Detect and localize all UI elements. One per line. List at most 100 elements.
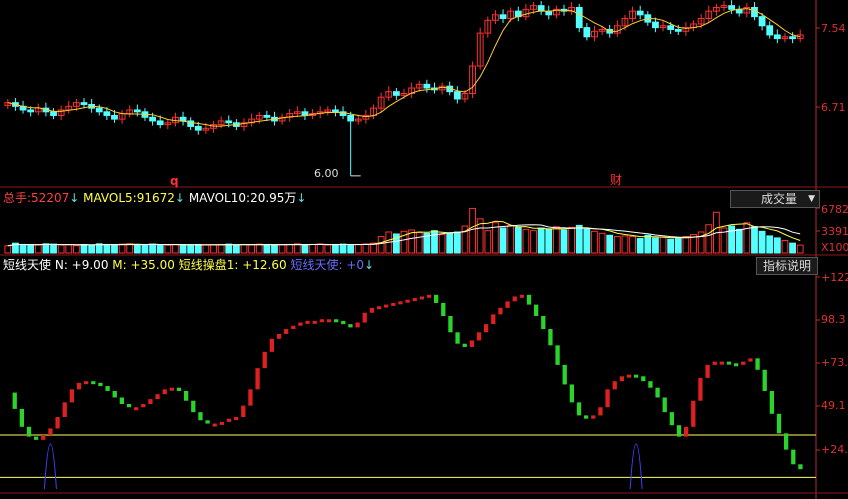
- indicator-bar: [498, 307, 503, 315]
- indicator-bar: [134, 407, 139, 411]
- volume-bar: [172, 243, 179, 254]
- stock-chart: [0, 0, 848, 499]
- volume-bar: [179, 244, 187, 254]
- indicator-bar: [591, 415, 596, 419]
- candle-body: [156, 120, 164, 126]
- volume-bar: [636, 238, 644, 254]
- indicator-axis-label-2: 98.3: [821, 313, 846, 326]
- price-ma-line: [7, 8, 801, 127]
- volume-bar: [766, 235, 774, 254]
- indicator-bar: [634, 374, 639, 378]
- indicator-bar: [291, 325, 296, 330]
- indicator-bar: [212, 423, 217, 427]
- volume-bar: [591, 230, 598, 254]
- volume-bar: [50, 243, 57, 254]
- indicator-name: 短线天使: [3, 258, 52, 272]
- indicator-bar: [391, 302, 396, 306]
- volume-indicator-dropdown[interactable]: 成交量 ▼: [730, 190, 820, 208]
- volume-bar: [57, 244, 65, 254]
- down-arrow-icon: ↓: [69, 191, 80, 205]
- indicator-bar: [748, 358, 753, 362]
- indicator-bar: [598, 407, 603, 416]
- volume-bar: [438, 234, 446, 254]
- volume-bar: [248, 244, 256, 254]
- indicator-bar: [512, 296, 517, 302]
- indicator-bar: [798, 464, 803, 470]
- volume-bar: [552, 226, 560, 254]
- volume-bar: [232, 244, 240, 254]
- volume-bar: [156, 244, 164, 254]
- indicator-bar: [426, 294, 432, 298]
- volume-bar: [293, 243, 301, 254]
- indicator-panel: [0, 294, 816, 490]
- volume-bar: [286, 243, 294, 254]
- volume-bar: [19, 243, 27, 254]
- volume-bar: [431, 230, 438, 254]
- volume-bar: [301, 244, 309, 254]
- volume-bar: [339, 243, 347, 254]
- volume-bar: [644, 234, 652, 254]
- volume-bar: [347, 244, 355, 254]
- indicator-bar: [162, 389, 167, 395]
- indicator-bar: [355, 322, 360, 328]
- volume-bar: [332, 243, 339, 254]
- volume-bar: [278, 244, 286, 254]
- candle-body: [95, 107, 103, 113]
- indicator-help-button[interactable]: 指标说明: [756, 257, 819, 275]
- indicator-bar: [312, 320, 317, 324]
- indicator-bar: [84, 381, 89, 385]
- volume-bar: [225, 243, 233, 254]
- volume-bar: [354, 243, 362, 254]
- indicator-bar: [476, 332, 482, 341]
- volume-bar: [652, 237, 659, 254]
- candle-body: [194, 125, 202, 131]
- volume-bar: [149, 243, 156, 254]
- volume-bar: [499, 227, 507, 254]
- candle-body: [263, 114, 271, 118]
- indicator-bar: [669, 412, 674, 426]
- indicator-bar: [576, 402, 582, 416]
- indicator-bar: [119, 397, 124, 404]
- volume-bar: [781, 240, 789, 254]
- candle-body: [773, 34, 781, 40]
- indicator-bar: [241, 405, 246, 418]
- indicator-bar: [255, 368, 260, 390]
- indicator-bar: [791, 449, 796, 465]
- indicator-bar: [662, 397, 667, 413]
- volume-bar: [728, 225, 736, 254]
- volume-axis-label-mid: 3391: [821, 225, 848, 238]
- total-volume-value: 52207: [31, 191, 70, 205]
- indicator-bar: [276, 333, 282, 339]
- indicator-bar: [741, 361, 746, 365]
- indicator-bar: [562, 364, 567, 385]
- volume-bar: [164, 244, 172, 254]
- indicator-bar: [648, 381, 653, 388]
- volume-bar: [659, 236, 667, 254]
- volume-bar: [789, 242, 796, 254]
- candle-body: [636, 10, 644, 16]
- marker-cai: 财: [610, 173, 623, 187]
- indicator-bar: [191, 400, 196, 413]
- volume-axis-label-max: 6782: [821, 203, 848, 216]
- volume-axis-unit: X100: [821, 241, 848, 254]
- volume-bar: [613, 236, 621, 254]
- volume-bar: [743, 222, 751, 254]
- volume-legend: 总手:52207↓ MAVOL5:91672↓ MAVOL10:20.95万↓: [3, 191, 306, 205]
- candle-body: [758, 16, 766, 27]
- volume-bar: [324, 244, 332, 254]
- indicator-bar: [448, 316, 453, 333]
- indicator-bar: [148, 399, 153, 404]
- volume-bar: [446, 232, 454, 254]
- indicator-bar: [412, 298, 417, 302]
- candle-body: [347, 114, 355, 122]
- volume-bar: [453, 231, 461, 254]
- volume-bar: [674, 238, 682, 254]
- indicator-bar: [155, 394, 160, 400]
- candle-body: [27, 109, 35, 113]
- indicator-bar: [584, 415, 589, 419]
- volume-bar: [667, 238, 675, 254]
- indicator-bar: [605, 389, 610, 408]
- volume-bar: [309, 243, 316, 254]
- indicator-axis-label-4: 49.1: [821, 399, 846, 412]
- volume-bar: [72, 245, 80, 254]
